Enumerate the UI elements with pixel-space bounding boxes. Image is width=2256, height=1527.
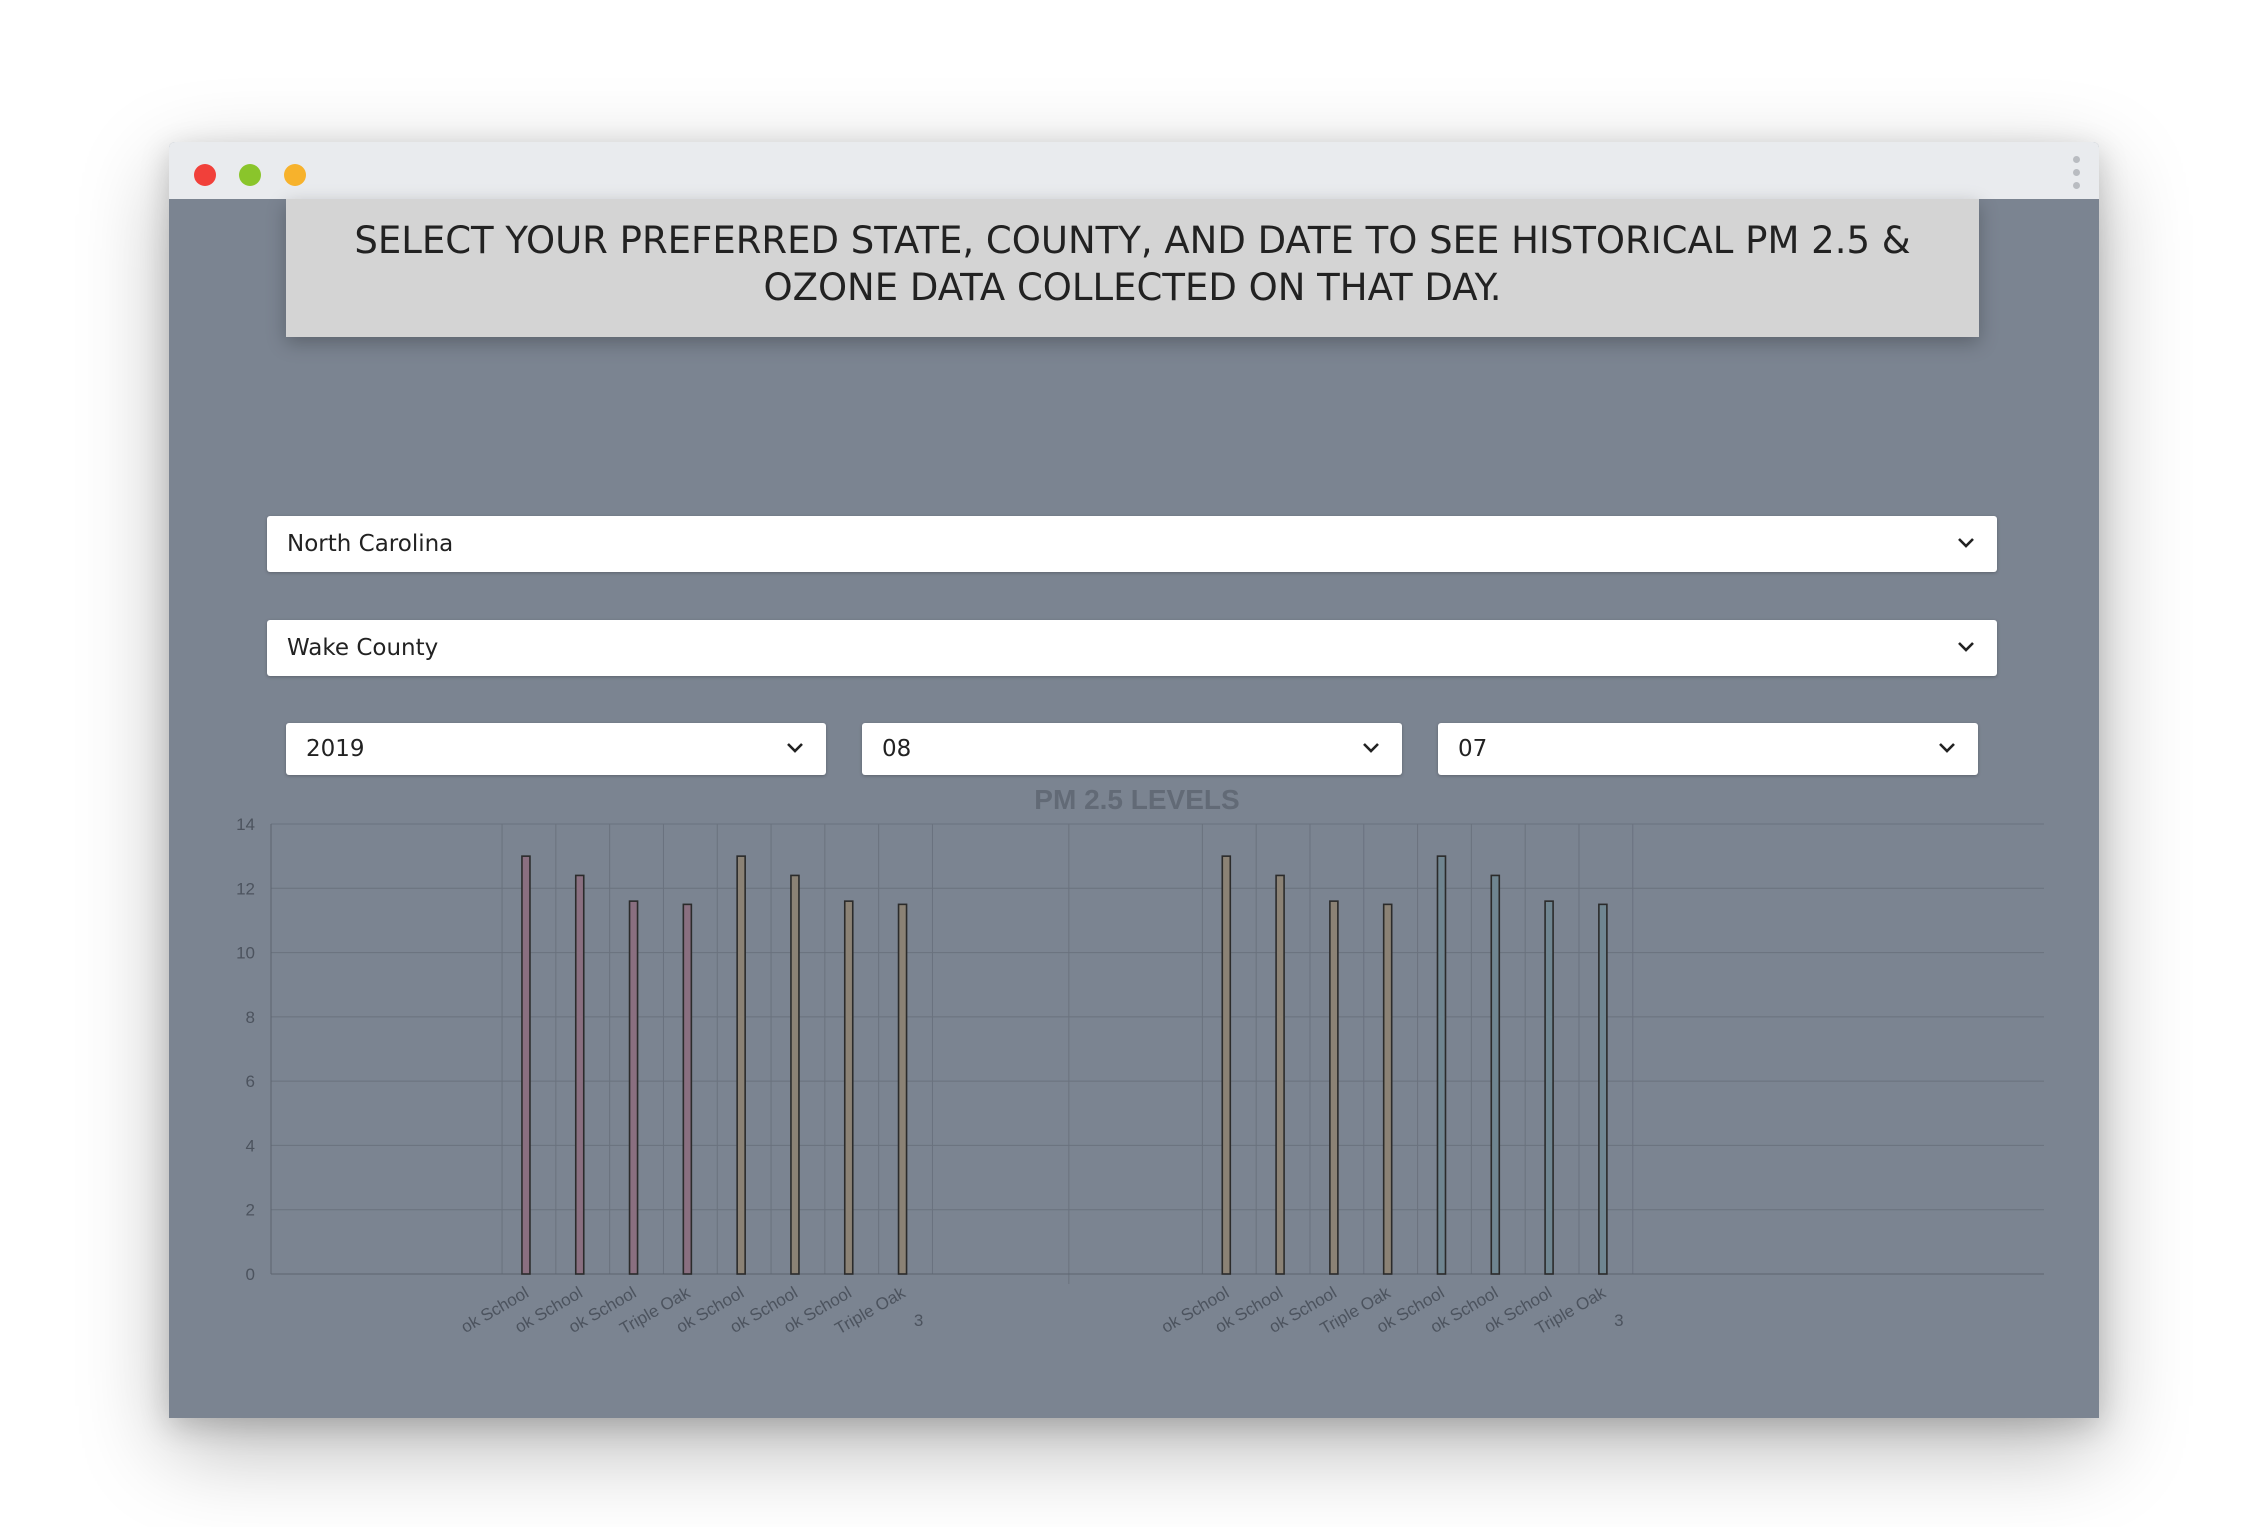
y-tick-label: 14 bbox=[236, 815, 255, 834]
y-tick-label: 4 bbox=[246, 1136, 255, 1155]
bar bbox=[736, 855, 746, 1275]
chevron-down-icon bbox=[1363, 743, 1379, 753]
bar bbox=[1544, 900, 1554, 1275]
bar bbox=[682, 903, 693, 1275]
pm25-chart: PM 2.5 LEVELS 0 2 4 6 8 10 12 14 ok Schoolok Sc… bbox=[236, 784, 2044, 1339]
y-tick-label: 10 bbox=[236, 944, 255, 963]
instruction-text: SELECT YOUR PREFERRED STATE, COUNTY, AND… bbox=[354, 219, 1911, 309]
year-select[interactable]: 2019 bbox=[286, 723, 826, 775]
day-select-value: 07 bbox=[1458, 736, 1488, 762]
x-axis-labels: ok Schoolok Schoolok SchoolTriple Oakok … bbox=[458, 1283, 1624, 1339]
x-tick-label-extra: 3 bbox=[914, 1311, 923, 1330]
bar bbox=[1275, 874, 1285, 1275]
y-tick-label: 0 bbox=[246, 1265, 255, 1284]
instruction-banner: SELECT YOUR PREFERRED STATE, COUNTY, AND… bbox=[286, 199, 1979, 337]
close-window-button[interactable] bbox=[194, 164, 216, 186]
bar bbox=[843, 900, 854, 1275]
bar bbox=[1382, 903, 1393, 1275]
page-content: SELECT YOUR PREFERRED STATE, COUNTY, AND… bbox=[169, 199, 2099, 1418]
chevron-down-icon bbox=[1958, 538, 1974, 548]
bar bbox=[1436, 855, 1447, 1275]
state-select-value: North Carolina bbox=[287, 531, 454, 557]
chevron-down-icon bbox=[1958, 642, 1974, 652]
y-tick-label: 2 bbox=[246, 1201, 255, 1220]
maximize-window-button[interactable] bbox=[284, 164, 306, 186]
kebab-menu-icon[interactable] bbox=[2073, 156, 2081, 190]
bar bbox=[1598, 903, 1608, 1275]
minimize-window-button[interactable] bbox=[239, 164, 261, 186]
state-select[interactable]: North Carolina bbox=[267, 516, 1997, 572]
bar bbox=[790, 874, 800, 1275]
month-select-value: 08 bbox=[882, 736, 912, 762]
chevron-down-icon bbox=[787, 743, 803, 753]
chart-title: PM 2.5 LEVELS bbox=[1034, 784, 1239, 815]
bar bbox=[574, 874, 585, 1275]
year-select-value: 2019 bbox=[306, 736, 365, 762]
month-select[interactable]: 08 bbox=[862, 723, 1402, 775]
day-select[interactable]: 07 bbox=[1438, 723, 1978, 775]
y-tick-label: 12 bbox=[236, 879, 255, 898]
bar bbox=[521, 855, 531, 1275]
bar bbox=[897, 903, 908, 1275]
chart-gridlines bbox=[270, 823, 2044, 1284]
x-tick-label-extra: 3 bbox=[1614, 1311, 1623, 1330]
y-tick-label: 8 bbox=[246, 1008, 255, 1027]
chart-bars bbox=[521, 855, 1608, 1275]
y-axis-ticks: 0 2 4 6 8 10 12 14 bbox=[236, 815, 255, 1284]
bar bbox=[1221, 855, 1232, 1275]
bar bbox=[628, 900, 639, 1275]
window-titlebar bbox=[169, 142, 2099, 199]
y-tick-label: 6 bbox=[246, 1072, 255, 1091]
bar bbox=[1329, 900, 1339, 1275]
chevron-down-icon bbox=[1939, 743, 1955, 753]
county-select-value: Wake County bbox=[287, 635, 439, 661]
bar bbox=[1490, 874, 1501, 1275]
browser-window: SELECT YOUR PREFERRED STATE, COUNTY, AND… bbox=[169, 142, 2099, 1418]
county-select[interactable]: Wake County bbox=[267, 620, 1997, 676]
